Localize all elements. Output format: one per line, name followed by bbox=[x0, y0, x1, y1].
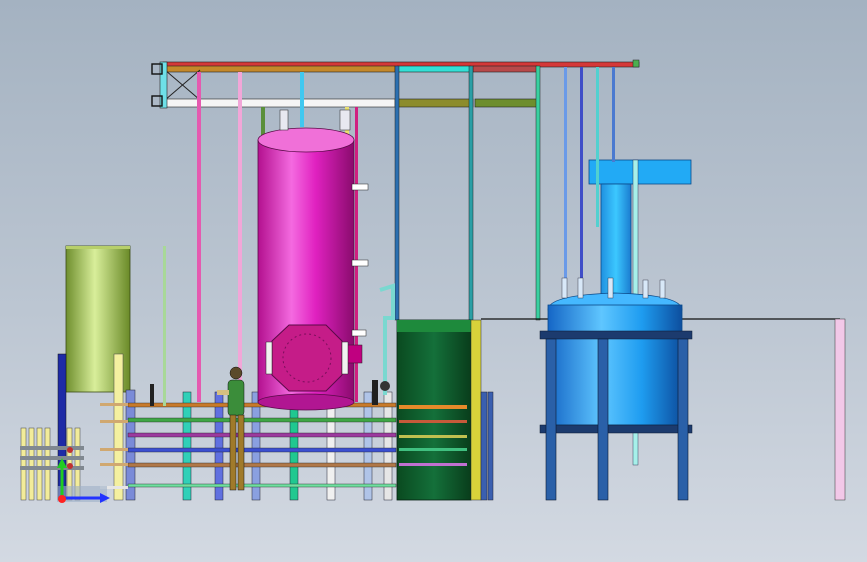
assembly-drawing bbox=[20, 59, 846, 503]
blue-reactor-vessel[interactable] bbox=[539, 277, 693, 434]
manway-cover[interactable] bbox=[265, 324, 349, 392]
tank-support-post bbox=[113, 353, 124, 501]
support-post bbox=[834, 318, 846, 501]
cad-viewport[interactable] bbox=[0, 0, 867, 562]
dark-green-cabinet[interactable] bbox=[396, 319, 494, 501]
pump-icon[interactable] bbox=[380, 381, 390, 391]
